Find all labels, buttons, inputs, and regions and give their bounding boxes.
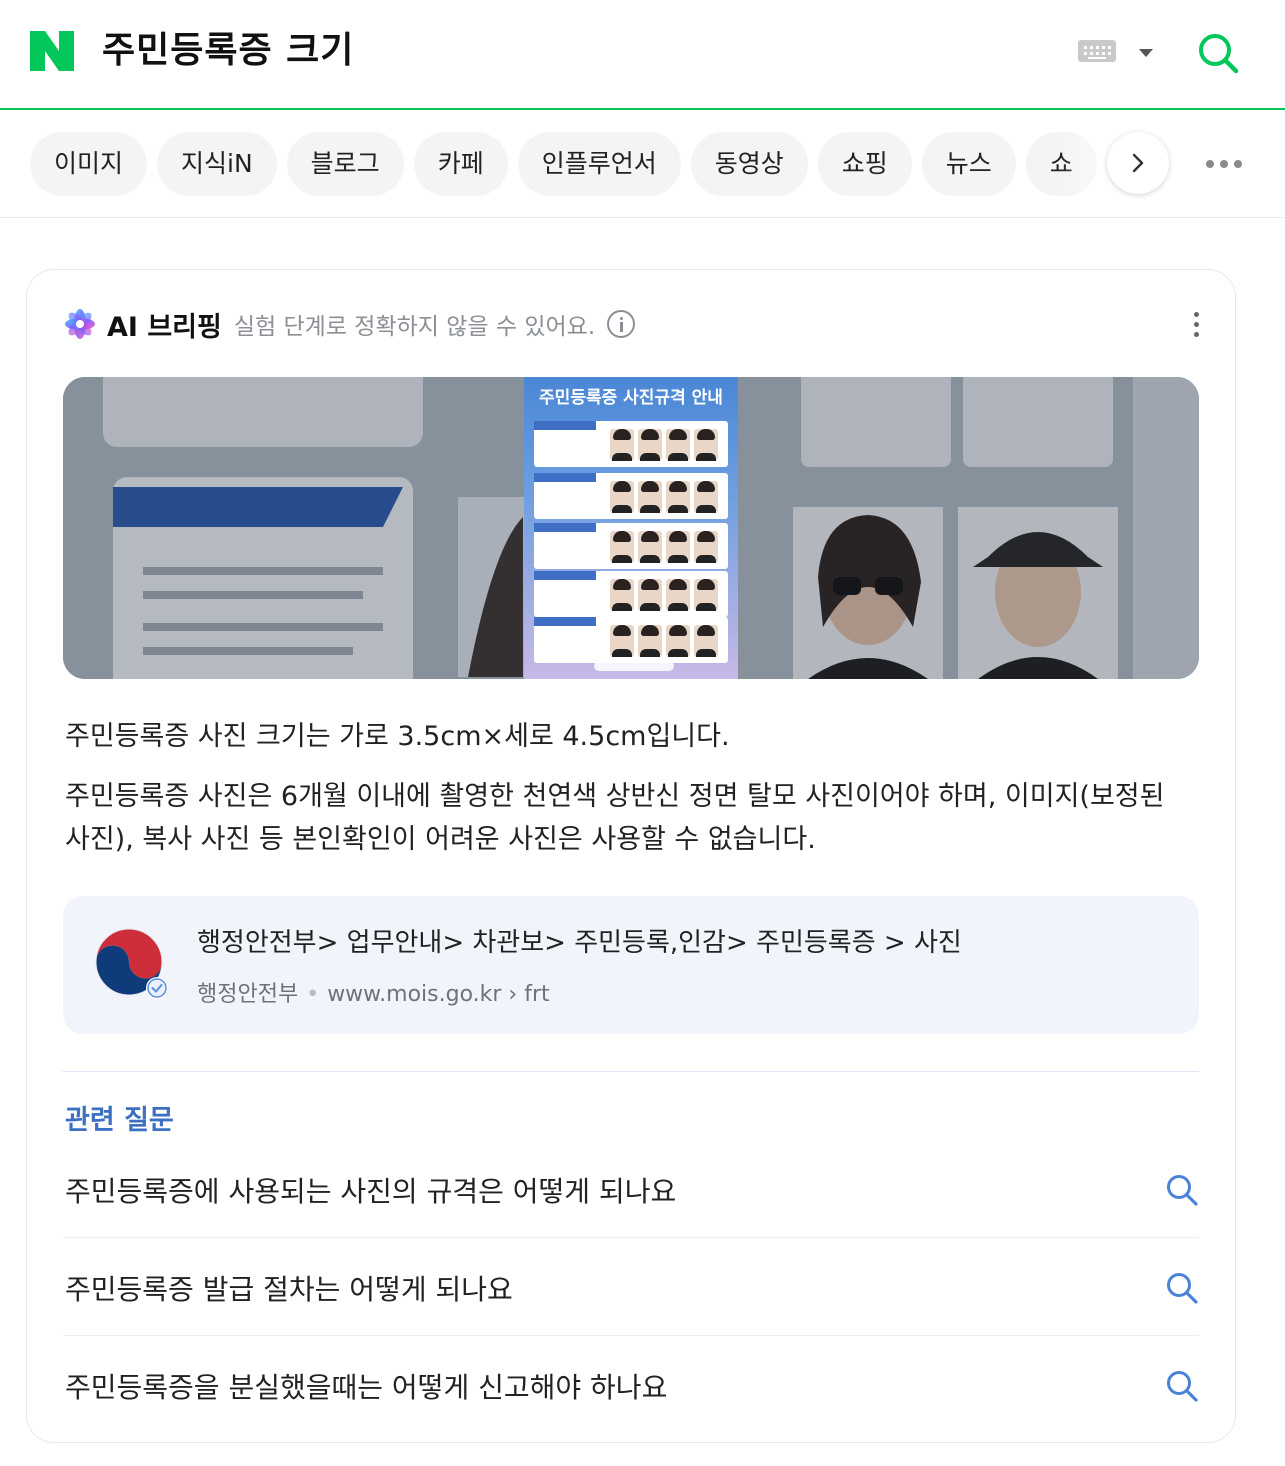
tab-kin[interactable]: 지식iN (157, 132, 277, 196)
related-question-item[interactable]: 주민등록증을 분실했을때는 어떻게 신고해야 하나요 (63, 1336, 1199, 1434)
more-vertical-icon[interactable] (1187, 310, 1207, 340)
tab-bar: 이미지 지식iN 블로그 카페 인플루언서 동영상 쇼핑 뉴스 쇼 (0, 110, 1285, 218)
tab-news[interactable]: 뉴스 (921, 132, 1016, 196)
search-header: 주민등록증 크기 (0, 0, 1285, 110)
related-question-text: 주민등록증에 사용되는 사진의 규격은 어떻게 되나요 (65, 1175, 677, 1208)
tabs-next-button[interactable] (1107, 132, 1169, 194)
poster-section (534, 571, 728, 617)
related-questions-title: 관련 질문 (65, 1105, 174, 1136)
answer-detail: 주민등록증 사진은 6개월 이내에 촬영한 천연색 상반신 정면 탈모 사진이어… (65, 781, 1165, 855)
tab-influencer[interactable]: 인플루언서 (517, 132, 681, 196)
source-url: www.mois.go.kr › frt (327, 982, 550, 1007)
tab-blog[interactable]: 블로그 (286, 132, 404, 196)
tab-images[interactable]: 이미지 (30, 132, 148, 196)
poster-footer (594, 661, 674, 671)
source-card[interactable]: 행정안전부> 업무안내> 차관보> 주민등록,인감> 주민등록증 > 사진 행정… (63, 896, 1199, 1034)
related-questions-list: 주민등록증에 사용되는 사진의 규격은 어떻게 되나요 주민등록증 발급 절차는… (63, 1140, 1199, 1434)
poster-section (534, 617, 728, 663)
more-horizontal-icon[interactable] (1204, 158, 1244, 170)
caret-down-icon[interactable] (1139, 49, 1153, 57)
answer-summary: 주민등록증 사진 크기는 가로 3.5cm×세로 4.5cm입니다. (65, 721, 730, 752)
source-site-name: 행정안전부 (197, 982, 299, 1007)
ai-sparkle-icon (65, 309, 95, 339)
search-icon (1167, 1371, 1198, 1402)
section-divider (63, 1071, 1199, 1072)
government-emblem-icon (95, 928, 168, 999)
naver-logo[interactable] (30, 31, 74, 71)
keyboard-icon[interactable] (1078, 40, 1116, 62)
poster-section (534, 421, 728, 467)
separator-dot: • (306, 982, 320, 1007)
tab-video[interactable]: 동영상 (690, 132, 808, 196)
search-icon (1167, 1273, 1198, 1304)
poster-section (534, 473, 728, 519)
source-meta: 행정안전부 • www.mois.go.kr › frt (197, 976, 550, 1008)
related-question-item[interactable]: 주민등록증 발급 절차는 어떻게 되나요 (63, 1238, 1199, 1336)
search-query[interactable]: 주민등록증 크기 (102, 28, 354, 74)
search-icon[interactable] (1196, 31, 1240, 75)
tab-shopping[interactable]: 쇼핑 (817, 132, 912, 196)
photo-guide-poster: 주민등록증 사진규격 안내 (524, 377, 738, 679)
chevron-right-icon (1132, 153, 1144, 173)
related-question-item[interactable]: 주민등록증에 사용되는 사진의 규격은 어떻게 되나요 (63, 1140, 1199, 1238)
poster-section (534, 523, 728, 569)
ai-briefing-card: AI 브리핑 실험 단계로 정확하지 않을 수 있어요. 주민등록증 사진규격 … (26, 269, 1236, 1443)
source-path[interactable]: 행정안전부> 업무안내> 차관보> 주민등록,인감> 주민등록증 > 사진 (197, 922, 962, 959)
tab-cafe[interactable]: 카페 (413, 132, 508, 196)
ai-briefing-disclaimer: 실험 단계로 정확하지 않을 수 있어요. (233, 314, 596, 340)
search-icon (1167, 1175, 1198, 1206)
tab-list: 이미지 지식iN 블로그 카페 인플루언서 동영상 쇼핑 뉴스 쇼 (30, 132, 1097, 196)
related-question-text: 주민등록증을 분실했을때는 어떻게 신고해야 하나요 (65, 1371, 668, 1404)
related-question-text: 주민등록증 발급 절차는 어떻게 되나요 (65, 1273, 513, 1306)
poster-title: 주민등록증 사진규격 안내 (539, 388, 723, 408)
ai-briefing-title: AI 브리핑 (107, 311, 222, 343)
ai-briefing-header: AI 브리핑 실험 단계로 정확하지 않을 수 있어요. (63, 306, 636, 343)
info-icon[interactable] (607, 310, 636, 338)
hero-image[interactable]: 주민등록증 사진규격 안내 (63, 377, 1199, 679)
